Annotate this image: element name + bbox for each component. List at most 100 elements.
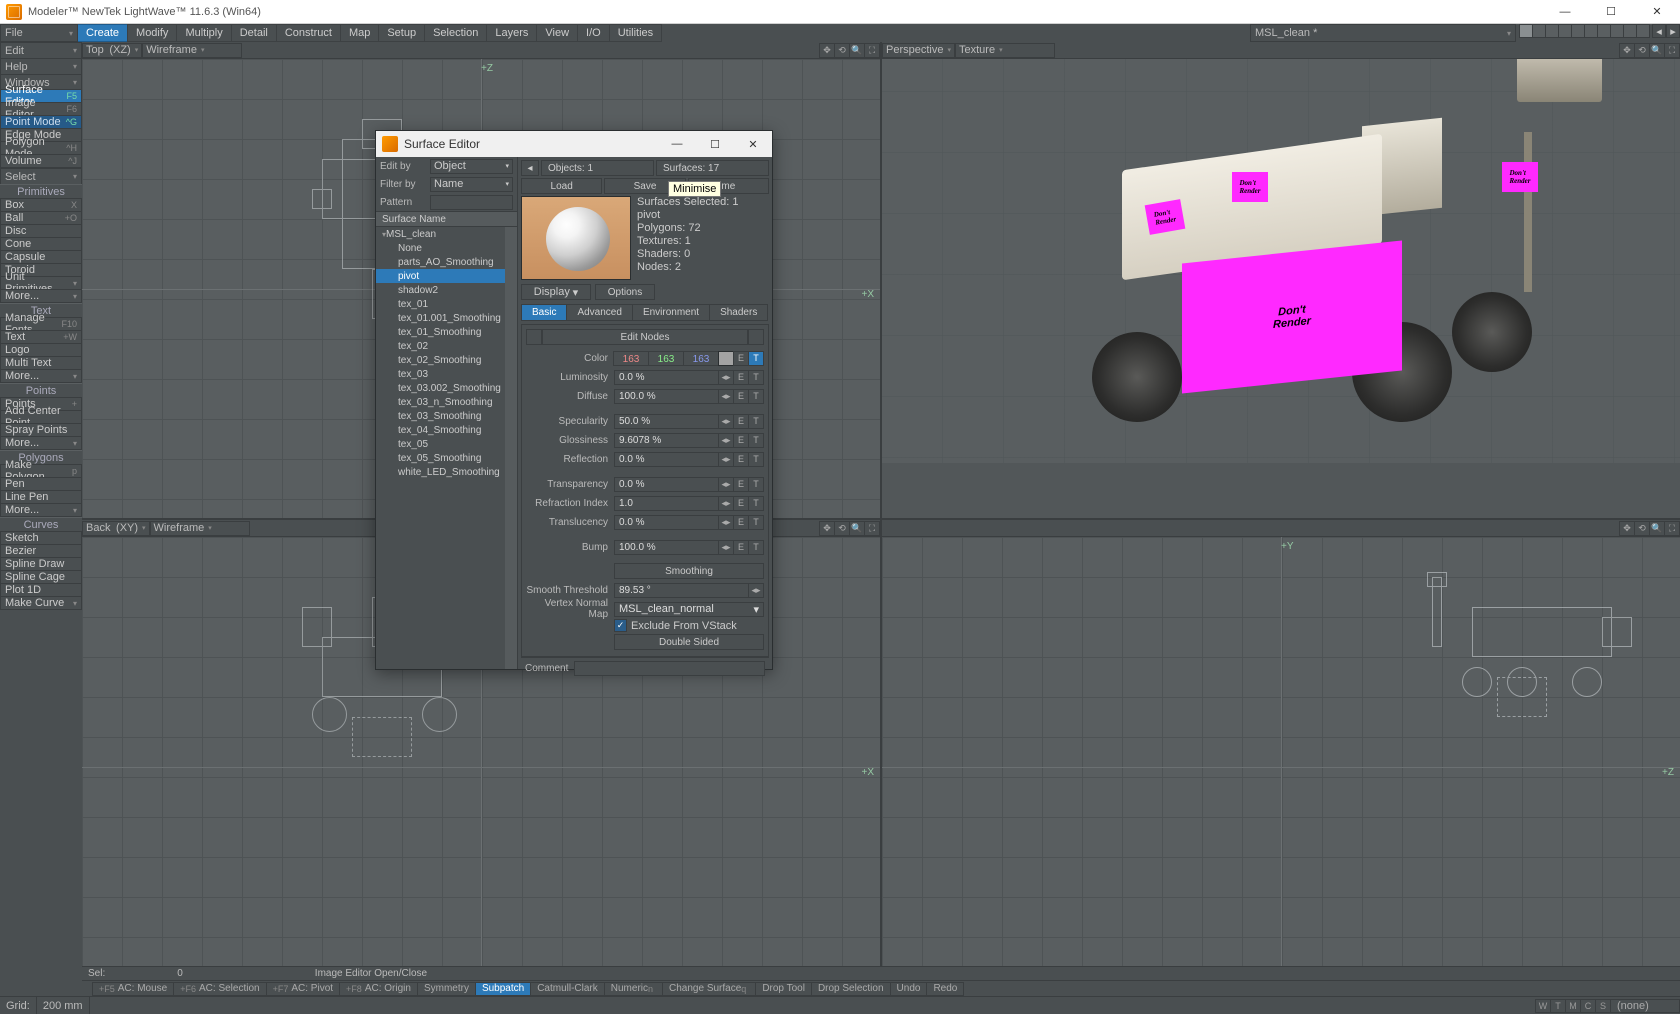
tab-shaders[interactable]: Shaders [709, 304, 768, 321]
point-mode-button[interactable]: Point Mode^G [0, 115, 82, 129]
viewport-perspective[interactable]: Perspective▾ Texture▾ ✥ ⟲ 🔍 ⛶ Don't Rend… [882, 42, 1680, 518]
se-maximize-button[interactable]: ☐ [696, 131, 734, 157]
rotate-icon[interactable]: ⟲ [1634, 521, 1650, 536]
envelope-button[interactable]: E [733, 414, 749, 429]
tab-io[interactable]: I/O [577, 24, 610, 42]
surface-editor-titlebar[interactable]: Surface Editor — ☐ ✕ [376, 131, 772, 157]
sidebar-item[interactable]: Capsule [0, 250, 82, 264]
sidebar-item[interactable]: Spray Points [0, 423, 82, 437]
sidebar-item[interactable]: Make Polygonp [0, 464, 82, 478]
spinner-icon[interactable]: ◂▸ [718, 414, 734, 429]
volume-mode-button[interactable]: Volume^J [0, 154, 82, 168]
cmd-redo[interactable]: Redo [926, 982, 964, 996]
tab-advanced[interactable]: Advanced [566, 304, 632, 321]
viewport-right[interactable]: ✥ ⟲ 🔍 ⛶ +Z +Y [882, 520, 1680, 996]
cmd-ac-mouse[interactable]: +F5AC: Mouse [92, 982, 174, 996]
mode-t[interactable]: T [1550, 999, 1566, 1013]
tab-modify[interactable]: Modify [127, 24, 177, 42]
mode-m[interactable]: M [1565, 999, 1581, 1013]
tree-item[interactable]: tex_03 [376, 367, 505, 381]
tab-setup[interactable]: Setup [378, 24, 425, 42]
rotate-icon[interactable]: ⟲ [1634, 43, 1650, 58]
spinner-icon[interactable]: ◂▸ [718, 477, 734, 492]
tree-item[interactable]: tex_03_n_Smoothing [376, 395, 505, 409]
exclude-vstack-checkbox[interactable]: ✓Exclude From VStack [526, 619, 764, 632]
tab-detail[interactable]: Detail [231, 24, 277, 42]
file-menu[interactable]: File▾ [0, 24, 78, 42]
vp-shade-dropdown[interactable]: Wireframe▾ [150, 521, 250, 536]
sidebar-item[interactable]: Plot 1D [0, 583, 82, 597]
sidebar-item[interactable]: More...▾ [0, 289, 82, 303]
sidebar-item[interactable]: Logo [0, 343, 82, 357]
tree-item[interactable]: tex_02_Smoothing [376, 353, 505, 367]
maximize-icon[interactable]: ⛶ [1664, 521, 1680, 536]
spinner-icon[interactable]: ◂▸ [718, 515, 734, 530]
sidebar-item[interactable]: Manage FontsF10 [0, 317, 82, 331]
image-editor-button[interactable]: Image EditorF6 [0, 102, 82, 116]
tree-item[interactable]: shadow2 [376, 283, 505, 297]
rotate-icon[interactable]: ⟲ [834, 521, 850, 536]
spinner-icon[interactable]: ◂▸ [718, 433, 734, 448]
polygon-mode-button[interactable]: Polygon Mode^H [0, 141, 82, 155]
tab-multiply[interactable]: Multiply [176, 24, 231, 42]
cmd-change-surface[interactable]: Change Surface q [662, 982, 756, 996]
zoom-icon[interactable]: 🔍 [1649, 521, 1665, 536]
sidebar-item[interactable]: Spline Cage [0, 570, 82, 584]
edit-nodes-button[interactable]: Edit Nodes [542, 329, 748, 345]
close-button[interactable]: ✕ [1634, 0, 1680, 24]
tab-construct[interactable]: Construct [276, 24, 341, 42]
layer-selector[interactable] [1520, 24, 1650, 42]
layer-prev-icon[interactable]: ◂ [1652, 24, 1666, 38]
vp-view-dropdown[interactable]: Back (XY)▾ [82, 521, 150, 536]
envelope-button[interactable]: E [733, 452, 749, 467]
texture-button[interactable]: T [748, 496, 764, 511]
tab-environment[interactable]: Environment [632, 304, 710, 321]
spinner-icon[interactable]: ◂▸ [748, 583, 764, 598]
mode-s[interactable]: S [1595, 999, 1611, 1013]
tree-item[interactable]: tex_01.001_Smoothing [376, 311, 505, 325]
move-icon[interactable]: ✥ [1619, 43, 1635, 58]
mode-dropdown[interactable]: (none) [1610, 999, 1680, 1013]
zoom-icon[interactable]: 🔍 [849, 521, 865, 536]
bump-input[interactable]: 100.0 % [614, 540, 719, 555]
sidebar-item[interactable]: Ball+O [0, 211, 82, 225]
cmd-symmetry[interactable]: Symmetry [417, 982, 476, 996]
edit-by-dropdown[interactable]: Object▾ [430, 159, 513, 174]
tab-create[interactable]: Create [77, 24, 128, 42]
tree-item[interactable]: None [376, 241, 505, 255]
cmd-ac-selection[interactable]: +F6AC: Selection [173, 982, 266, 996]
tree-item[interactable]: pivot [376, 269, 505, 283]
sidebar-item[interactable]: Unit Primitives...▾ [0, 276, 82, 290]
comment-input[interactable] [574, 661, 765, 676]
se-minimize-button[interactable]: — [658, 131, 696, 157]
move-icon[interactable]: ✥ [819, 43, 835, 58]
pattern-input[interactable] [430, 195, 513, 210]
layer-next-icon[interactable]: ▸ [1666, 24, 1680, 38]
tree-item[interactable]: tex_03.002_Smoothing [376, 381, 505, 395]
envelope-button[interactable]: E [733, 515, 749, 530]
spinner-icon[interactable]: ◂▸ [718, 389, 734, 404]
smooth-threshold-input[interactable]: 89.53 ° [614, 583, 749, 598]
cmd-drop-selection[interactable]: Drop Selection [811, 982, 891, 996]
texture-button[interactable]: T [748, 389, 764, 404]
sidebar-item[interactable]: More...▾ [0, 369, 82, 383]
sidebar-item[interactable]: BoxX [0, 198, 82, 212]
tree-item[interactable]: tex_05 [376, 437, 505, 451]
sidebar-item[interactable]: Multi Text [0, 356, 82, 370]
maximize-icon[interactable]: ⛶ [1664, 43, 1680, 58]
diffuse-input[interactable]: 100.0 % [614, 389, 719, 404]
vnmap-dropdown[interactable]: MSL_clean_normal▾ [614, 602, 764, 617]
tree-item[interactable]: tex_04_Smoothing [376, 423, 505, 437]
minimize-button[interactable]: — [1542, 0, 1588, 24]
refraction-input[interactable]: 1.0 [614, 496, 719, 511]
surface-tree[interactable]: MSL_clean Noneparts_AO_Smoothingpivotsha… [376, 227, 505, 669]
specularity-input[interactable]: 50.0 % [614, 414, 719, 429]
texture-button[interactable]: T [748, 414, 764, 429]
color-swatch[interactable] [718, 351, 734, 366]
sidebar-item[interactable]: Pen [0, 477, 82, 491]
sidebar-item[interactable]: Disc [0, 224, 82, 238]
tree-item[interactable]: tex_05_Smoothing [376, 451, 505, 465]
cmd-drop-tool[interactable]: Drop Tool [755, 982, 812, 996]
sidebar-item[interactable]: Make Curve▾ [0, 596, 82, 610]
cmd-catmull-clark[interactable]: Catmull-Clark [530, 982, 605, 996]
